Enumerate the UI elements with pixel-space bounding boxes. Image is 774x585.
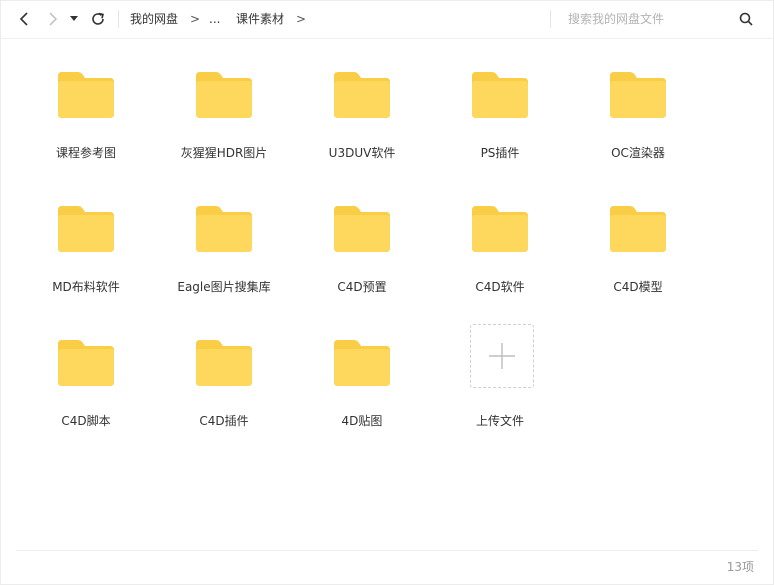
refresh-button[interactable] [88, 9, 108, 29]
folder-item[interactable]: MD布料软件 [16, 194, 156, 314]
upload-item[interactable]: 上传文件 [430, 324, 570, 448]
folder-icon [196, 340, 252, 386]
back-button[interactable] [14, 9, 34, 29]
item-label: C4D模型 [613, 280, 663, 294]
divider [550, 10, 551, 28]
item-label: 课程参考图 [55, 146, 116, 160]
folder-icon [196, 206, 252, 252]
item-label: C4D脚本 [61, 414, 111, 428]
breadcrumb-separator: > [190, 12, 201, 26]
folder-item[interactable]: Eagle图片搜集库 [154, 194, 294, 314]
folder-icon [610, 72, 666, 118]
upload-button[interactable] [470, 324, 534, 388]
folder-icon [196, 72, 252, 118]
plus-icon [489, 343, 515, 369]
item-label: U3DUV软件 [328, 146, 396, 160]
item-count: 13项 [726, 560, 754, 574]
breadcrumb-root[interactable]: 我的网盘 [130, 11, 178, 27]
item-label: 灰猩猩HDR图片 [180, 146, 268, 160]
divider [16, 550, 758, 551]
folder-item[interactable]: U3DUV软件 [292, 60, 432, 180]
item-label: Eagle图片搜集库 [177, 280, 271, 294]
folder-item[interactable]: PS插件 [430, 60, 570, 180]
folder-item[interactable]: 4D贴图 [292, 328, 432, 448]
item-label: 上传文件 [475, 414, 524, 428]
item-label: PS插件 [480, 146, 520, 160]
item-label: MD布料软件 [52, 280, 120, 294]
search-input[interactable] [568, 10, 728, 28]
folder-item[interactable]: 灰猩猩HDR图片 [154, 60, 294, 180]
folder-item[interactable]: C4D脚本 [16, 328, 156, 448]
forward-button[interactable] [43, 9, 63, 29]
item-label: C4D软件 [475, 280, 525, 294]
chevron-left-icon [19, 12, 28, 26]
folder-icon [472, 206, 528, 252]
breadcrumb-ellipsis[interactable]: ... [209, 11, 220, 27]
caret-down-icon [70, 16, 78, 21]
folder-item[interactable]: C4D预置 [292, 194, 432, 314]
folder-icon [472, 72, 528, 118]
folder-icon [58, 72, 114, 118]
folder-icon [58, 206, 114, 252]
history-dropdown[interactable] [67, 9, 81, 29]
folder-item[interactable]: 课程参考图 [16, 60, 156, 180]
item-label: C4D插件 [199, 414, 249, 428]
breadcrumb-current[interactable]: 课件素材 [236, 11, 284, 27]
item-label: 4D贴图 [341, 414, 383, 428]
item-label: OC渲染器 [611, 146, 665, 160]
folder-item[interactable]: C4D软件 [430, 194, 570, 314]
folder-item[interactable]: OC渲染器 [568, 60, 708, 180]
breadcrumb-separator: > [296, 12, 307, 26]
folder-icon [610, 206, 666, 252]
refresh-icon [92, 12, 104, 25]
item-label: C4D预置 [337, 280, 387, 294]
search-button[interactable] [736, 9, 756, 29]
divider [118, 10, 119, 28]
folder-icon [334, 206, 390, 252]
folder-icon [334, 340, 390, 386]
chevron-right-icon [49, 12, 58, 26]
folder-item[interactable]: C4D插件 [154, 328, 294, 448]
folder-item[interactable]: C4D模型 [568, 194, 708, 314]
search-icon [739, 12, 753, 26]
folder-icon [334, 72, 390, 118]
folder-icon [58, 340, 114, 386]
top-bar: 我的网盘 > ... 课件素材 > [0, 0, 774, 39]
